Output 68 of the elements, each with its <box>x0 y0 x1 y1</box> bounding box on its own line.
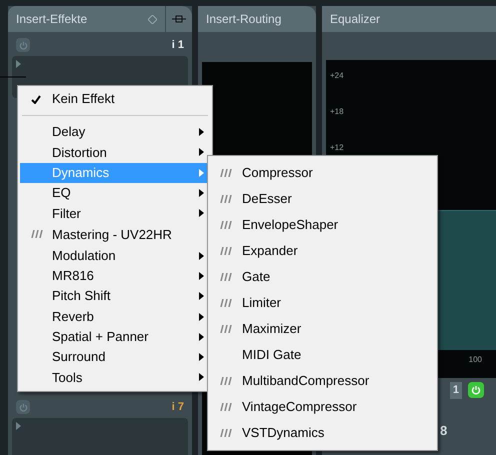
menu-item[interactable]: MR816 <box>20 266 210 286</box>
pin-icon <box>172 14 186 24</box>
axis-label: +18 <box>330 106 345 118</box>
menu-item[interactable]: Compressor <box>208 160 437 186</box>
menu-item[interactable]: Surround <box>20 346 210 368</box>
menu-item[interactable]: EnvelopeShaper <box>208 212 437 238</box>
panel-tab[interactable]: Insert-Routing <box>198 6 316 32</box>
pin-button[interactable] <box>166 6 192 32</box>
menu-item[interactable]: Reverb <box>20 306 210 327</box>
submenu-arrow-icon <box>199 128 204 136</box>
power-icon <box>471 385 481 396</box>
submenu-arrow-icon <box>199 209 204 218</box>
leader-line <box>0 76 26 78</box>
submenu-arrow-icon <box>199 312 204 321</box>
power-button[interactable] <box>468 382 484 398</box>
axis-label: +24 <box>330 70 345 82</box>
plugin-icon <box>218 377 232 385</box>
submenu-arrow-icon <box>199 353 204 362</box>
menu-item[interactable]: Tools <box>20 367 210 388</box>
submenu-arrow-icon <box>199 189 204 198</box>
plugin-icon <box>218 299 232 307</box>
power-icon <box>18 402 28 412</box>
menu-item[interactable]: Limiter <box>208 290 437 316</box>
channel-number: 1 <box>450 382 462 398</box>
menu-item[interactable]: Pitch Shift <box>20 286 210 306</box>
plugin-icon <box>218 221 232 229</box>
meter-value: 8 <box>440 422 448 440</box>
menu-item[interactable]: Modulation <box>20 245 210 266</box>
menu-item[interactable]: Mastering - UV22HR <box>20 223 210 246</box>
menu-item[interactable]: VSTDynamics <box>208 420 437 446</box>
menu-item[interactable]: EQ <box>20 182 210 204</box>
plugin-icon <box>218 403 232 411</box>
submenu-arrow-icon <box>199 373 204 382</box>
plugin-icon <box>218 273 232 281</box>
play-icon <box>16 422 21 430</box>
panel-tab[interactable]: Insert-Effekte <box>8 6 165 32</box>
slot-number: i 7 <box>172 400 184 415</box>
menu-item[interactable]: MultibandCompressor <box>208 368 437 394</box>
plugin-icon <box>218 195 232 203</box>
submenu-arrow-icon <box>199 292 204 300</box>
menu-item[interactable]: Maximizer <box>208 316 437 342</box>
submenu-arrow-icon <box>199 272 204 280</box>
submenu-arrow-icon <box>199 168 204 177</box>
menu-item[interactable]: Gate <box>208 264 437 290</box>
axis-label: 100 <box>468 354 482 366</box>
plugin-icon <box>218 325 232 333</box>
axis-label: +12 <box>330 142 345 154</box>
menu-item[interactable]: Delay <box>20 122 210 142</box>
panel-tab[interactable]: Equalizer <box>322 6 496 32</box>
diamond-icon <box>148 14 157 24</box>
submenu-arrow-icon <box>199 332 204 341</box>
menu-item[interactable]: DeEsser <box>208 186 437 212</box>
power-icon <box>18 40 28 50</box>
plugin-icon <box>29 230 43 238</box>
slot-number: i 1 <box>172 38 184 53</box>
menu-item[interactable]: Kein Effekt <box>20 89 210 109</box>
menu-item[interactable]: Distortion <box>20 142 210 163</box>
play-icon <box>16 60 21 68</box>
menu-item[interactable]: MIDI Gate <box>208 342 437 368</box>
submenu-arrow-icon <box>199 148 204 156</box>
menu-item[interactable]: Expander <box>208 238 437 264</box>
plugin-icon <box>218 429 232 437</box>
plugin-icon <box>218 169 232 177</box>
plugin-icon <box>218 247 232 255</box>
menu-item[interactable]: Filter <box>20 203 210 224</box>
submenu-arrow-icon <box>199 252 204 260</box>
menu-item[interactable]: VintageCompressor <box>208 394 437 420</box>
menu-item[interactable]: Spatial + Panner <box>20 326 210 347</box>
